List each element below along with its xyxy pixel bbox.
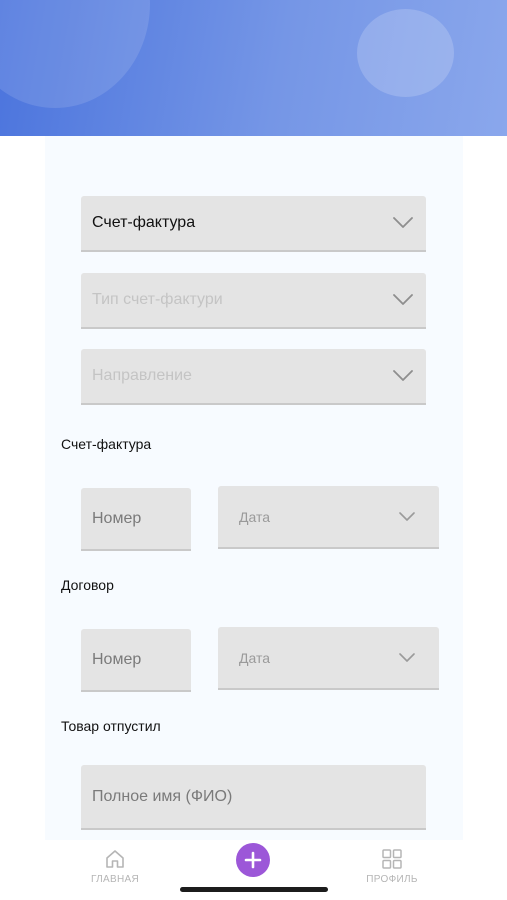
invoice-number-input[interactable]: Номер	[81, 488, 191, 551]
contract-section-label: Договор	[61, 577, 114, 593]
chevron-down-icon	[399, 511, 415, 521]
fullname-placeholder: Полное имя (ФИО)	[92, 787, 233, 805]
direction-placeholder: Направление	[92, 367, 192, 384]
tab-home-label: ГЛАВНАЯ	[91, 874, 139, 885]
invoice-type-placeholder: Тип счет-фактури	[92, 291, 223, 308]
home-icon	[106, 850, 124, 868]
contract-number-placeholder: Номер	[92, 650, 142, 668]
decorative-circle-right	[357, 9, 454, 97]
direction-select[interactable]: Направление	[81, 349, 426, 405]
header-banner	[0, 0, 507, 136]
invoice-type-select[interactable]: Тип счет-фактури	[81, 273, 426, 329]
invoice-date-select[interactable]: Дата	[218, 486, 439, 549]
goods-released-section-label: Товар отпустил	[61, 718, 161, 734]
invoice-section-label: Счет-фактура	[61, 436, 152, 452]
tab-profile[interactable]: ПРОФИЛЬ	[362, 848, 422, 885]
plus-icon	[244, 851, 262, 869]
home-indicator	[180, 887, 328, 892]
fullname-input[interactable]: Полное имя (ФИО)	[81, 765, 426, 830]
contract-date-placeholder: Дата	[239, 649, 271, 666]
grid-icon	[382, 849, 402, 869]
chevron-down-icon	[393, 370, 413, 381]
tab-home[interactable]: ГЛАВНАЯ	[85, 848, 145, 885]
invoice-number-placeholder: Номер	[92, 509, 142, 527]
contract-date-select[interactable]: Дата	[218, 627, 439, 690]
chevron-down-icon	[393, 217, 413, 228]
invoice-date-placeholder: Дата	[239, 508, 271, 525]
tab-profile-label: ПРОФИЛЬ	[366, 874, 418, 885]
add-button[interactable]	[236, 843, 270, 877]
invoice-select[interactable]: Счет-фактура	[81, 196, 426, 252]
chevron-down-icon	[393, 294, 413, 305]
chevron-down-icon	[399, 652, 415, 662]
contract-number-input[interactable]: Номер	[81, 629, 191, 692]
decorative-circle-left	[0, 0, 150, 108]
invoice-select-value: Счет-фактура	[92, 214, 196, 231]
